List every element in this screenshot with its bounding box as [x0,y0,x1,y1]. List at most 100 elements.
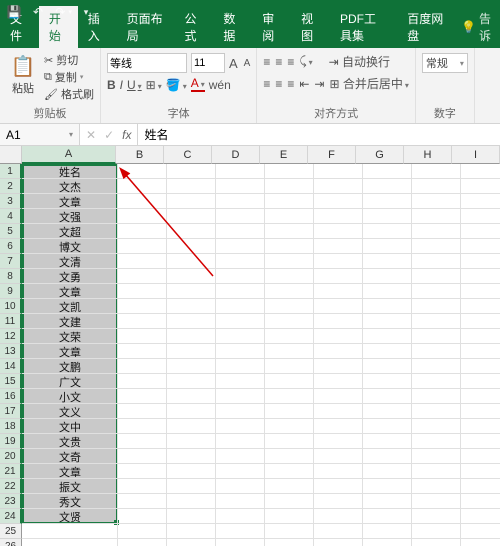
fill-color-button[interactable]: 🪣 [166,78,187,92]
column-header[interactable]: C [164,146,212,164]
cell[interactable]: 文义 [22,404,118,419]
tab-layout[interactable]: 页面布局 [117,6,175,48]
row-header[interactable]: 20 [0,449,22,464]
row-header[interactable]: 9 [0,284,22,299]
column-header[interactable]: B [116,146,164,164]
cell[interactable]: 文章 [22,344,118,359]
tab-baidu[interactable]: 百度网盘 [397,6,455,48]
font-name-input[interactable] [107,53,187,73]
row-header[interactable]: 7 [0,254,22,269]
tab-view[interactable]: 视图 [291,6,330,48]
cell[interactable]: 姓名 [22,164,118,179]
cell[interactable]: 文章 [22,194,118,209]
redo-icon[interactable]: ↷▾ [52,2,72,22]
underline-button[interactable]: U [127,78,142,92]
column-header[interactable]: F [308,146,356,164]
column-header[interactable]: A [22,146,116,164]
row-header[interactable]: 13 [0,344,22,359]
fx-icon[interactable]: fx [122,128,131,142]
cell[interactable]: 文章 [22,464,118,479]
cell[interactable]: 文贤 [22,509,118,524]
column-header[interactable]: G [356,146,404,164]
merge-button[interactable]: ⊞ 合并后居中 [329,75,408,92]
font-size-input[interactable] [191,53,225,73]
row-header[interactable]: 14 [0,359,22,374]
row-header[interactable]: 5 [0,224,22,239]
format-painter-button[interactable]: 🖌格式刷 [44,86,94,102]
row-header[interactable]: 22 [0,479,22,494]
row-header[interactable]: 25 [0,524,22,539]
cell[interactable]: 文杰 [22,179,118,194]
column-header[interactable]: H [404,146,452,164]
cell[interactable]: 秀文 [22,494,118,509]
select-all-corner[interactable] [0,146,22,164]
formula-input[interactable]: 姓名 [138,124,500,145]
row-header[interactable]: 15 [0,374,22,389]
row-header[interactable]: 21 [0,464,22,479]
column-header[interactable]: I [452,146,500,164]
cell[interactable]: 文勇 [22,269,118,284]
column-header[interactable]: D [212,146,260,164]
cell[interactable]: 文章 [22,284,118,299]
cell[interactable]: 文中 [22,419,118,434]
name-box[interactable]: A1▾ [0,124,80,145]
row-header[interactable]: 17 [0,404,22,419]
enter-icon[interactable]: ✓ [104,128,114,142]
row-header[interactable]: 18 [0,419,22,434]
row-header[interactable]: 4 [0,209,22,224]
border-button[interactable]: ⊞ [146,78,162,92]
cell[interactable]: 文凯 [22,299,118,314]
cell[interactable]: 广文 [22,374,118,389]
row-header[interactable]: 23 [0,494,22,509]
row-header[interactable]: 16 [0,389,22,404]
cell[interactable]: 文建 [22,314,118,329]
align-bottom-icon[interactable]: ≡ [287,55,294,69]
undo-icon[interactable]: ↶ [28,2,48,22]
row-header[interactable]: 12 [0,329,22,344]
cut-button[interactable]: ✂剪切 [44,52,94,68]
bold-button[interactable]: B [107,78,116,92]
align-center-icon[interactable]: ≡ [275,77,282,91]
cell[interactable]: 文贵 [22,434,118,449]
column-header[interactable]: E [260,146,308,164]
save-icon[interactable]: 💾 [4,2,24,22]
qat-more-icon[interactable]: ▾ [76,2,96,22]
row-header[interactable]: 1 [0,164,22,179]
copy-button[interactable]: ⧉复制▾ [44,69,94,85]
cell[interactable]: 振文 [22,479,118,494]
cell[interactable]: 文荣 [22,329,118,344]
font-color-button[interactable]: A [191,78,205,92]
row-header[interactable]: 24 [0,509,22,524]
row-header[interactable]: 8 [0,269,22,284]
increase-font-icon[interactable]: A [229,56,238,71]
tab-data[interactable]: 数据 [213,6,252,48]
decrease-indent-icon[interactable]: ⇤ [299,77,309,91]
phonetic-button[interactable]: wén [209,78,231,92]
cell[interactable]: 小文 [22,389,118,404]
cell[interactable]: 文清 [22,254,118,269]
paste-button[interactable]: 📋 粘贴 [6,50,40,96]
row-header[interactable]: 3 [0,194,22,209]
orientation-icon[interactable]: ⤹ [299,54,312,69]
row-header[interactable]: 2 [0,179,22,194]
row-header[interactable]: 19 [0,434,22,449]
row-header[interactable]: 11 [0,314,22,329]
worksheet[interactable]: ABCDEFGHI 123456789101112131415161718192… [0,146,500,546]
tab-pdf[interactable]: PDF工具集 [330,6,397,48]
tell-me[interactable]: 💡告诉 [455,6,500,48]
align-top-icon[interactable]: ≡ [263,55,270,69]
cancel-icon[interactable]: ✕ [86,128,96,142]
tab-formulas[interactable]: 公式 [174,6,213,48]
decrease-font-icon[interactable]: A [244,58,251,69]
row-header[interactable]: 10 [0,299,22,314]
italic-button[interactable]: I [120,78,123,92]
number-format-select[interactable]: 常规▾ [422,53,468,73]
row-header[interactable]: 6 [0,239,22,254]
increase-indent-icon[interactable]: ⇥ [314,77,324,91]
wrap-text-button[interactable]: ⇥ 自动换行 [329,53,390,70]
align-right-icon[interactable]: ≡ [287,77,294,91]
cell[interactable]: 文强 [22,209,118,224]
align-middle-icon[interactable]: ≡ [275,55,282,69]
tab-review[interactable]: 审阅 [252,6,291,48]
align-left-icon[interactable]: ≡ [263,77,270,91]
